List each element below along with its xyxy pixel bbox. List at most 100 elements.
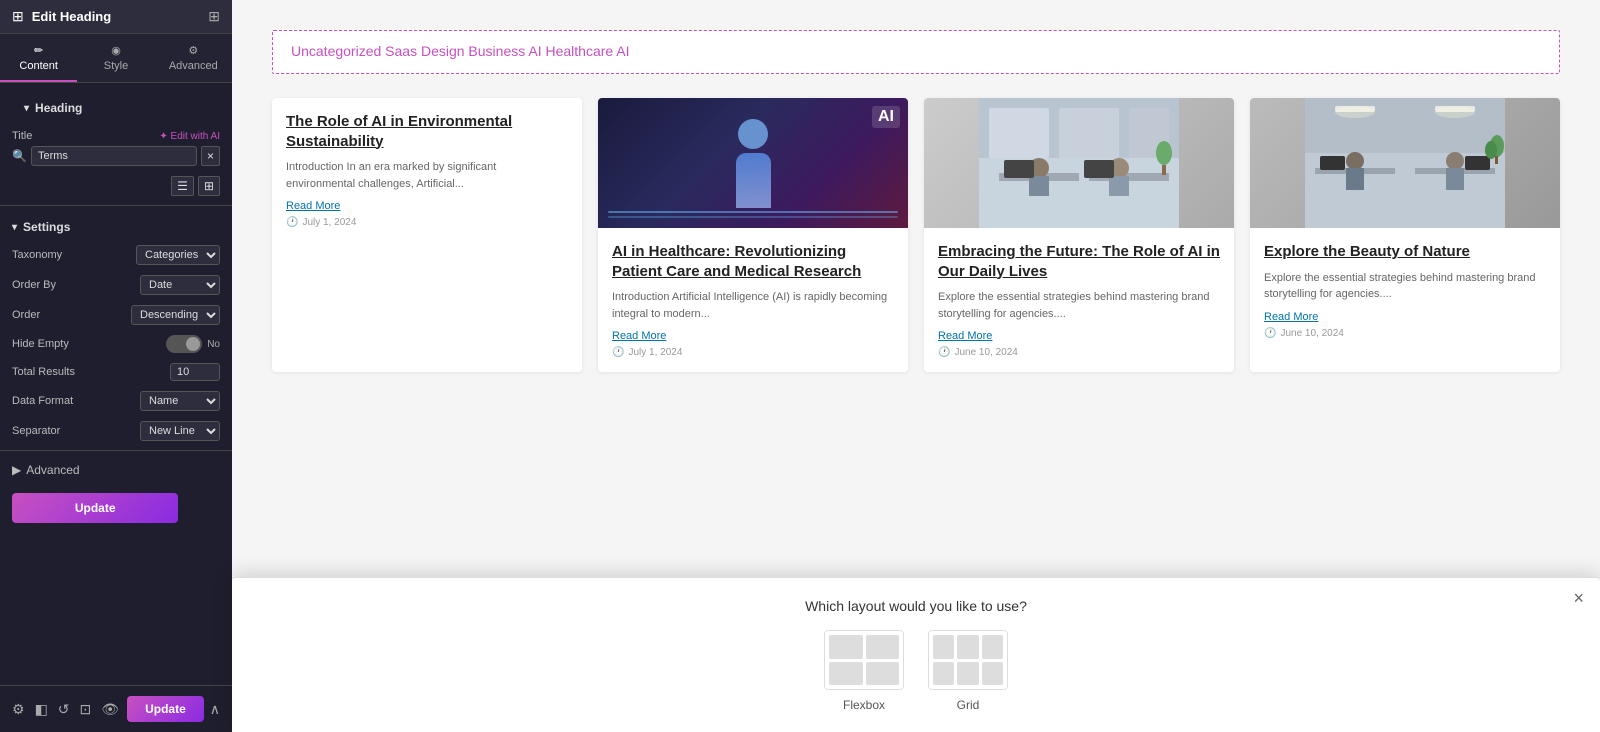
card-2-date: 🕐 July 1, 2024 — [612, 347, 894, 358]
update-button[interactable]: Update — [127, 696, 204, 722]
history-bottom-icon[interactable]: ↺ — [58, 701, 70, 718]
layers-bottom-icon[interactable]: ◧ — [35, 701, 48, 718]
card-1-excerpt: Introduction In an era marked by signifi… — [286, 159, 568, 192]
order-row: Order Descending Ascending — [0, 300, 232, 330]
grid-cell-2 — [957, 635, 978, 659]
hide-empty-label: Hide Empty — [12, 338, 166, 350]
card-3-image — [924, 98, 1234, 228]
separator-row: Separator New Line Comma Space Pipe — [0, 416, 232, 446]
card-1-title: The Role of AI in Environmental Sustaina… — [286, 112, 568, 151]
pencil-icon: ✏ — [34, 44, 43, 57]
card-1-read-more[interactable]: Read More — [286, 200, 568, 212]
card-3-excerpt: Explore the essential strategies behind … — [938, 289, 1220, 322]
layout-option-grid[interactable]: Grid — [928, 630, 1008, 712]
sidebar-content: ▾ Heading Title ✦ Edit with AI 🔍 × ☰ ⊞ ▾ — [0, 83, 232, 685]
total-results-input[interactable] — [170, 363, 220, 381]
flexbox-cell-2 — [866, 635, 900, 659]
title-field-row: Title ✦ Edit with AI 🔍 × — [0, 125, 232, 171]
flexbox-cell-4 — [866, 662, 900, 686]
grid-cell-4 — [933, 662, 954, 686]
sidebar-tabs: ✏ Content ◉ Style ⚙ Advanced — [0, 34, 232, 83]
grid-view-button[interactable]: ⊞ — [198, 176, 220, 196]
grid-icon: ⊞ — [208, 8, 220, 25]
card-2-title: AI in Healthcare: Revolutionizing Patien… — [612, 242, 894, 281]
order-by-row: Order By Date Title Author — [0, 270, 232, 300]
card-3-read-more[interactable]: Read More — [938, 330, 1220, 342]
flexbox-label: Flexbox — [843, 698, 885, 712]
card-2: AI in Healthcare: Revolutionizing Patien… — [598, 98, 908, 372]
flexbox-cell-1 — [829, 635, 863, 659]
card-1-date: 🕐 July 1, 2024 — [286, 217, 568, 228]
advanced-section[interactable]: ▶ Advanced — [0, 455, 232, 485]
order-label: Order — [12, 309, 131, 321]
grid-cell-3 — [982, 635, 1003, 659]
search-icon: 🔍 — [12, 149, 27, 163]
preview-bottom-icon[interactable]: 👁 — [101, 701, 119, 718]
settings-arrow-icon: ▾ — [12, 222, 17, 233]
view-toggle-row: ☰ ⊞ — [0, 171, 232, 201]
category-bar: Uncategorized Saas Design Business AI He… — [272, 30, 1560, 74]
order-select[interactable]: Descending Ascending — [131, 305, 220, 325]
total-results-row: Total Results — [0, 358, 232, 386]
grid-label: Grid — [957, 698, 980, 712]
toggle-knob — [186, 337, 200, 351]
layout-popup: × Which layout would you like to use? Fl… — [232, 577, 1600, 732]
clear-input-button[interactable]: × — [201, 146, 220, 166]
main-content: Uncategorized Saas Design Business AI He… — [232, 0, 1600, 732]
card-2-excerpt: Introduction Artificial Intelligence (AI… — [612, 289, 894, 322]
tab-advanced[interactable]: ⚙ Advanced — [155, 34, 232, 82]
responsive-bottom-icon[interactable]: ⊡ — [80, 701, 92, 718]
clock-icon-3: 🕐 — [938, 347, 950, 358]
clock-icon-4: 🕐 — [1264, 328, 1276, 339]
title-input[interactable] — [31, 146, 197, 166]
layout-popup-close-button[interactable]: × — [1573, 588, 1584, 609]
settings-section-header[interactable]: ▾ Settings — [0, 210, 232, 240]
card-1: The Role of AI in Environmental Sustaina… — [272, 98, 582, 372]
update-button-inner[interactable]: Update — [12, 493, 178, 523]
menu-icon: ⊞ — [12, 8, 24, 25]
hide-empty-row: Hide Empty No — [0, 330, 232, 358]
grid-preview — [928, 630, 1008, 690]
edit-ai-button[interactable]: ✦ Edit with AI — [159, 131, 220, 142]
card-4-image — [1250, 98, 1560, 228]
separator-select[interactable]: New Line Comma Space Pipe — [140, 421, 220, 441]
gear-icon: ⚙ — [188, 44, 198, 57]
flexbox-cell-3 — [829, 662, 863, 686]
category-bar-text: Uncategorized Saas Design Business AI He… — [291, 43, 630, 59]
order-by-select[interactable]: Date Title Author — [140, 275, 220, 295]
collapse-button[interactable]: ∧ — [210, 701, 220, 718]
taxonomy-select[interactable]: Categories Tags Custom — [136, 245, 220, 265]
card-3-body: Embracing the Future: The Role of AI in … — [924, 228, 1234, 372]
layout-popup-title: Which layout would you like to use? — [252, 598, 1580, 614]
down-arrow-icon: ▾ — [24, 103, 29, 114]
card-1-body: The Role of AI in Environmental Sustaina… — [272, 98, 582, 242]
hide-empty-value: No — [207, 339, 220, 350]
card-2-body: AI in Healthcare: Revolutionizing Patien… — [598, 228, 908, 372]
settings-bottom-icon[interactable]: ⚙ — [12, 701, 25, 718]
title-label: Title — [12, 130, 32, 142]
flexbox-preview — [824, 630, 904, 690]
card-4-body: Explore the Beauty of Nature Explore the… — [1250, 228, 1560, 353]
tab-style[interactable]: ◉ Style — [77, 34, 154, 82]
tab-content[interactable]: ✏ Content — [0, 34, 77, 82]
taxonomy-label: Taxonomy — [12, 249, 136, 261]
list-view-button[interactable]: ☰ — [171, 176, 194, 196]
card-2-read-more[interactable]: Read More — [612, 330, 894, 342]
layout-option-flexbox[interactable]: Flexbox — [824, 630, 904, 712]
heading-section-header[interactable]: ▾ Heading — [12, 91, 220, 121]
sidebar-title: Edit Heading — [32, 9, 111, 24]
card-4-date: 🕐 June 10, 2024 — [1264, 328, 1546, 339]
grid-cell-1 — [933, 635, 954, 659]
clock-icon-2: 🕐 — [612, 347, 624, 358]
advanced-arrow-icon: ▶ — [12, 463, 21, 477]
data-format-row: Data Format Name Slug ID — [0, 386, 232, 416]
card-4-title: Explore the Beauty of Nature — [1264, 242, 1546, 262]
card-4-read-more[interactable]: Read More — [1264, 311, 1546, 323]
grid-cell-6 — [982, 662, 1003, 686]
hide-empty-toggle[interactable] — [166, 335, 202, 353]
total-results-label: Total Results — [12, 366, 170, 378]
order-by-label: Order By — [12, 279, 140, 291]
card-4-excerpt: Explore the essential strategies behind … — [1264, 270, 1546, 303]
layout-options: Flexbox Grid — [252, 630, 1580, 712]
data-format-select[interactable]: Name Slug ID — [140, 391, 220, 411]
